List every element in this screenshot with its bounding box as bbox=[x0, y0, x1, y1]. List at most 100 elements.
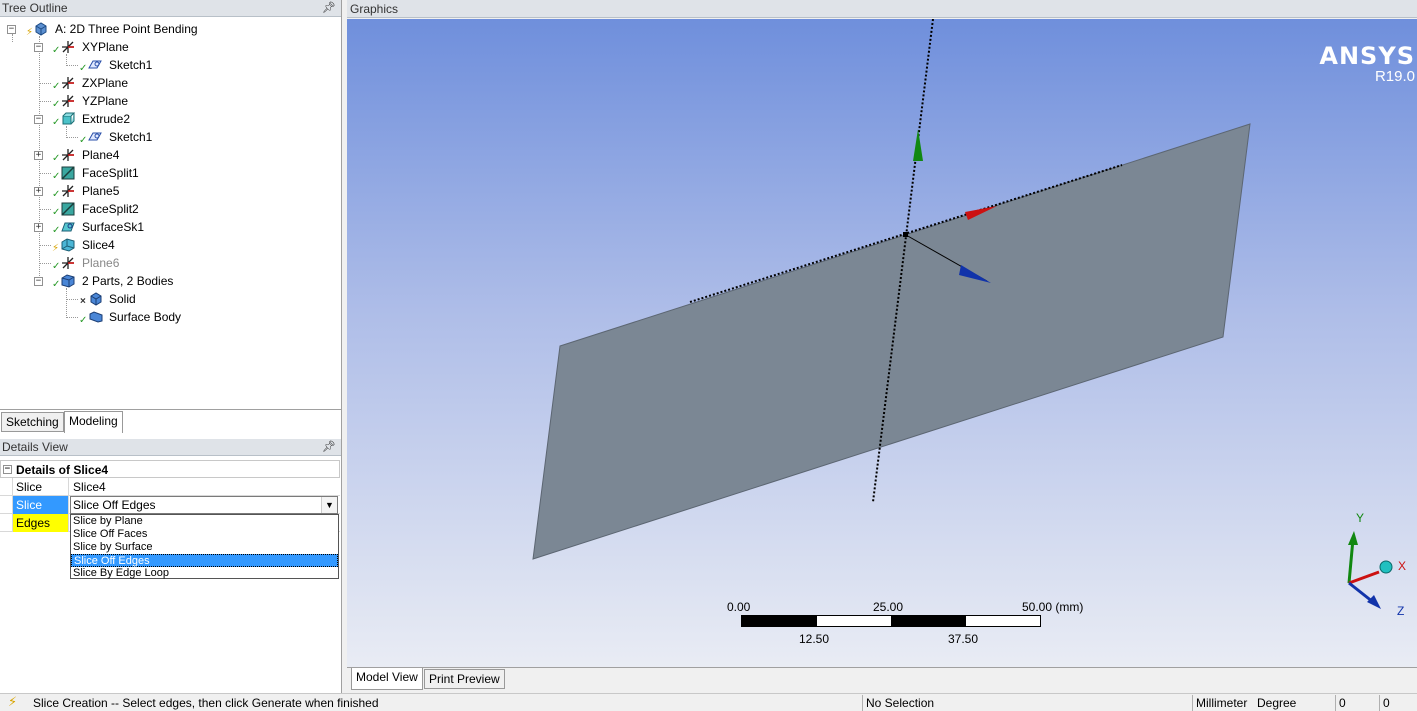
details-view-header: Details View 📌︎ bbox=[0, 439, 341, 456]
bolt-status-icon: ⚡ bbox=[8, 694, 18, 709]
status-selection: No Selection bbox=[862, 695, 1188, 711]
dropdown-option[interactable]: Slice by Surface bbox=[71, 541, 338, 554]
tree-item-label: FaceSplit1 bbox=[82, 166, 139, 180]
tree-item-label: Sketch1 bbox=[109, 58, 153, 72]
tree-guide bbox=[39, 245, 51, 246]
tree-guide bbox=[66, 137, 78, 138]
tab-sketching[interactable]: Sketching bbox=[1, 412, 64, 432]
scale-label: 25.00 bbox=[873, 600, 904, 614]
triad-z-axis bbox=[1348, 581, 1374, 604]
status-message: Slice Creation -- Select edges, then cli… bbox=[33, 696, 379, 710]
dropdown-option[interactable]: Slice Off Faces bbox=[71, 528, 338, 541]
scale-label: 0.00 bbox=[727, 600, 751, 614]
tree-item-label: XYPlane bbox=[82, 40, 129, 54]
solid-body-icon bbox=[90, 292, 102, 306]
scale-label: 12.50 bbox=[799, 632, 830, 646]
dropdown-arrow-icon[interactable]: ▼ bbox=[321, 497, 337, 513]
expand-icon[interactable]: + bbox=[34, 223, 43, 232]
left-panel: Tree Outline 📌︎ − ⚡ A: 2D Three Point Be… bbox=[0, 0, 342, 693]
tree-item-extrude2[interactable]: − ✓ Extrude2 bbox=[0, 110, 340, 128]
facesplit-icon bbox=[61, 202, 75, 216]
tree-item-slice4[interactable]: ⚡ Slice4 bbox=[0, 236, 340, 254]
collapse-icon[interactable]: − bbox=[34, 115, 43, 124]
parts-icon bbox=[61, 274, 75, 288]
tree-outline-header: Tree Outline 📌︎ bbox=[0, 0, 341, 17]
expand-icon[interactable]: + bbox=[34, 187, 43, 196]
collapse-icon[interactable]: − bbox=[34, 277, 43, 286]
pin-icon[interactable]: 📌︎ bbox=[322, 439, 336, 456]
scale-label: 37.50 bbox=[948, 632, 979, 646]
collapse-icon[interactable]: − bbox=[34, 43, 43, 52]
tree-guide bbox=[66, 299, 78, 300]
tree-guide bbox=[39, 209, 51, 210]
tree-guide bbox=[66, 65, 78, 66]
triad-y-arrow bbox=[1348, 531, 1358, 545]
details-section[interactable]: − Details of Slice4 bbox=[0, 460, 340, 478]
isometric-view-ball-icon[interactable] bbox=[1379, 560, 1393, 574]
model-scene[interactable]: Y X Z bbox=[347, 19, 1417, 667]
tree-item-plane4[interactable]: + ✓ Plane4 bbox=[0, 146, 340, 164]
tree-item-facesplit1[interactable]: ✓ FaceSplit1 bbox=[0, 164, 340, 182]
collapse-icon[interactable]: − bbox=[7, 25, 16, 34]
tree-guide bbox=[39, 83, 51, 84]
axis-triad[interactable]: Y X Z bbox=[1347, 511, 1406, 618]
scale-bar-frame bbox=[741, 615, 1041, 627]
dropdown-option[interactable]: Slice By Edge Loop bbox=[71, 567, 338, 580]
tree-item-plane6[interactable]: ✓ Plane6 bbox=[0, 254, 340, 272]
graphics-viewport[interactable]: Y X Z ANSYS R19.0 0.00 25.00 50.00 (mm) … bbox=[347, 19, 1417, 667]
details-row-slice[interactable]: Slice Slice4 bbox=[0, 478, 340, 496]
tree-item-parts[interactable]: − ✓ 2 Parts, 2 Bodies bbox=[0, 272, 340, 290]
graphics-title: Graphics bbox=[350, 2, 399, 16]
tree-item-yzplane[interactable]: ✓ YZPlane bbox=[0, 92, 340, 110]
model-icon bbox=[35, 22, 47, 36]
dropdown-option-selected[interactable]: Slice Off Edges bbox=[71, 554, 338, 567]
plane-origin bbox=[903, 232, 908, 237]
plane-icon bbox=[62, 149, 74, 161]
tree-item-label: YZPlane bbox=[82, 94, 129, 108]
details-value[interactable]: Slice4 bbox=[70, 478, 340, 496]
pin-icon[interactable]: 📌︎ bbox=[322, 0, 336, 17]
graphics-header: Graphics bbox=[347, 0, 1417, 18]
details-row-slice-type[interactable]: Slice Type Slice Off Edges ▼ bbox=[0, 496, 340, 530]
tree-item-xyplane[interactable]: − ✓ XYPlane bbox=[0, 38, 340, 56]
tree-outline-title: Tree Outline bbox=[2, 1, 68, 15]
plane-icon bbox=[62, 185, 74, 197]
tree-item-solid[interactable]: × Solid bbox=[0, 290, 340, 308]
tree-item-surfacesk1[interactable]: + ✓ SurfaceSk1 bbox=[0, 218, 340, 236]
tree-guide bbox=[66, 317, 78, 318]
tree-item-sketch1[interactable]: ✓ Sketch1 bbox=[0, 56, 340, 74]
surface-body-face[interactable] bbox=[532, 123, 1251, 560]
dropdown-option[interactable]: Slice by Plane bbox=[71, 515, 338, 528]
tree-item-label: Solid bbox=[109, 292, 136, 306]
tree-item-facesplit2[interactable]: ✓ FaceSplit2 bbox=[0, 200, 340, 218]
status-length-units[interactable]: Millimeter bbox=[1192, 695, 1254, 711]
status-angle-units[interactable]: Degree bbox=[1254, 695, 1334, 711]
tree-item-root[interactable]: − ⚡ A: 2D Three Point Bending bbox=[0, 20, 340, 38]
extrude-icon bbox=[62, 112, 75, 125]
tree-item-surface-body[interactable]: ✓ Surface Body bbox=[0, 308, 340, 326]
tree-item-label: SurfaceSk1 bbox=[82, 220, 145, 234]
tree-item-plane5[interactable]: + ✓ Plane5 bbox=[0, 182, 340, 200]
expand-icon[interactable]: + bbox=[34, 151, 43, 160]
triad-y-label: Y bbox=[1356, 511, 1364, 525]
tree-item-label: ZXPlane bbox=[82, 76, 129, 90]
tab-model-view[interactable]: Model View bbox=[351, 668, 423, 690]
plane-icon bbox=[62, 41, 74, 53]
collapse-icon[interactable]: − bbox=[3, 465, 12, 474]
ansys-brand: ANSYS bbox=[1319, 42, 1415, 70]
slice-type-select[interactable]: Slice Off Edges ▼ bbox=[70, 496, 338, 514]
tree-item-sketch1-extrude[interactable]: ✓ Sketch1 bbox=[0, 128, 340, 146]
tab-modeling[interactable]: Modeling bbox=[64, 411, 123, 433]
facesplit-icon bbox=[61, 166, 75, 180]
tree-item-label: Sketch1 bbox=[109, 130, 153, 144]
status-field: 0 bbox=[1335, 695, 1377, 711]
tab-print-preview[interactable]: Print Preview bbox=[424, 669, 505, 689]
surface-body-icon bbox=[89, 311, 103, 323]
tree-item-zxplane[interactable]: ✓ ZXPlane bbox=[0, 74, 340, 92]
sketch-icon bbox=[88, 60, 102, 69]
tree-item-label: FaceSplit2 bbox=[82, 202, 139, 216]
slice-type-value: Slice Off Edges bbox=[73, 498, 156, 512]
details-view-title: Details View bbox=[2, 440, 68, 454]
tree-item-label: 2 Parts, 2 Bodies bbox=[82, 274, 174, 288]
tree-item-label: Plane4 bbox=[82, 148, 120, 162]
